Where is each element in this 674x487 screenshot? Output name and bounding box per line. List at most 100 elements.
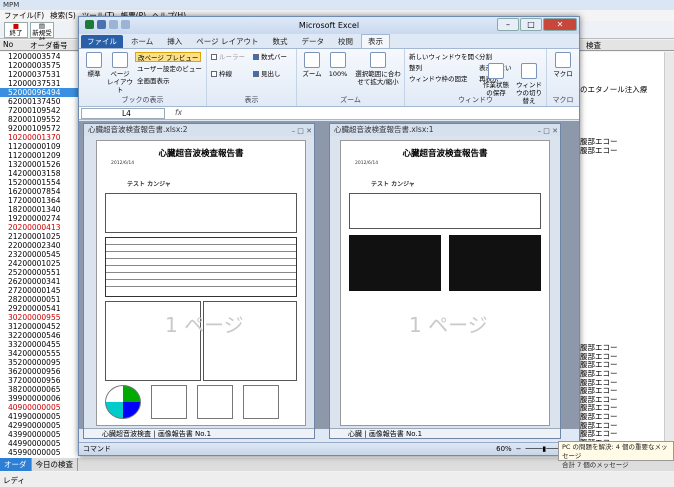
workbook-window-right[interactable]: 心臓超音波検査報告書.xlsx:1– □ ✕ 心臓超音波検査報告書 2012/6…	[329, 123, 561, 439]
workbook-window-left[interactable]: 心臓超音波検査報告書.xlsx:2– □ ✕ 心臓超音波検査報告書 2012/6…	[83, 123, 315, 439]
order-row[interactable]: 13200001526	[0, 160, 80, 169]
order-row[interactable]: 19200000274	[0, 214, 80, 223]
order-row[interactable]: 25200000551	[0, 268, 80, 277]
page-layout-button[interactable]: ページ レイアウト	[107, 52, 133, 94]
col-exam[interactable]: 検査	[586, 40, 601, 51]
order-row[interactable]: 82000109552	[0, 115, 80, 124]
tab-file[interactable]: ファイル	[81, 35, 123, 48]
name-box[interactable]: L4	[81, 108, 165, 119]
tab-page-layout[interactable]: ページ レイアウト	[190, 35, 264, 48]
order-row[interactable]: 16200007854	[0, 187, 80, 196]
order-row[interactable]: 21200001025	[0, 232, 80, 241]
sheet-tab-left-2[interactable]: 画像報告書 No.1	[158, 430, 211, 438]
break-preview-button[interactable]: 改ページ プレビュー	[135, 52, 202, 62]
tab-view[interactable]: 表示	[361, 34, 391, 48]
order-row[interactable]: 43990000005	[0, 430, 80, 439]
order-row[interactable]: 41990000005	[0, 412, 80, 421]
tab-formulas[interactable]: 数式	[267, 35, 294, 48]
tab-insert[interactable]: 挿入	[161, 35, 188, 48]
order-row[interactable]: 42990000005	[0, 421, 80, 430]
order-row[interactable]: 12000003575	[0, 61, 80, 70]
tab-today[interactable]: 今日の検査	[32, 458, 78, 471]
ruler-checkbox[interactable]: ルーラー	[211, 52, 245, 62]
formula-bar-checkbox[interactable]: 数式バー	[253, 52, 287, 62]
order-row[interactable]: 72000109542	[0, 106, 80, 115]
window-controls: – □ ✕	[497, 18, 577, 31]
order-row[interactable]: 35200000095	[0, 358, 80, 367]
bg-order-list[interactable]: 12000003574 12000003575 12000037531 1200003…	[0, 52, 80, 458]
order-row[interactable]: 11200001209	[0, 151, 80, 160]
order-row[interactable]: 22000002340	[0, 241, 80, 250]
tab-home[interactable]: ホーム	[125, 35, 159, 48]
macro-button[interactable]: マクロ	[550, 52, 576, 90]
zoom-100-button[interactable]: 100%	[325, 52, 351, 90]
order-row[interactable]: 12000037531	[0, 70, 80, 79]
order-row[interactable]: 18200001340	[0, 205, 80, 214]
fx-icon[interactable]: fx	[175, 108, 182, 117]
sheet-tab-right-2[interactable]: 画像報告書 No.1	[369, 430, 422, 438]
order-row[interactable]: 62000137450	[0, 97, 80, 106]
order-row[interactable]: 38200000065	[0, 385, 80, 394]
order-row[interactable]: 14200003158	[0, 169, 80, 178]
close-icon[interactable]: ✕	[543, 18, 577, 31]
order-row[interactable]: 29200000541	[0, 304, 80, 313]
order-row[interactable]: 12000003574	[0, 52, 80, 61]
order-row[interactable]: 12000037531	[0, 79, 80, 88]
new-reception-button[interactable]: ▤新規受付	[30, 22, 54, 44]
order-row[interactable]: 28200000051	[0, 295, 80, 304]
order-row[interactable]: 10200001370	[0, 133, 80, 142]
sheet-tab-left-1[interactable]: 心臓超音波検査	[102, 430, 151, 438]
order-row[interactable]: 15200001554	[0, 178, 80, 187]
order-row[interactable]: 39900000006	[0, 394, 80, 403]
menu-file[interactable]: ファイル(F)	[4, 10, 44, 21]
order-row[interactable]: 92000109572	[0, 124, 80, 133]
order-row[interactable]: 34200000555	[0, 349, 80, 358]
undo-icon[interactable]	[109, 20, 118, 29]
order-row[interactable]: 23200000545	[0, 250, 80, 259]
new-window-button[interactable]: 新しいウィンドウを開く	[409, 52, 481, 62]
order-row[interactable]: 24200001025	[0, 259, 80, 268]
order-row[interactable]: 27200000145	[0, 286, 80, 295]
gridlines-checkbox[interactable]: 枠線	[211, 69, 232, 79]
maximize-icon[interactable]: □	[520, 18, 542, 31]
order-row[interactable]: 11200000109	[0, 142, 80, 151]
zoom-out-icon[interactable]: −	[516, 443, 522, 456]
headings-checkbox[interactable]: 見出し	[253, 69, 281, 79]
order-row[interactable]: 44990000005	[0, 439, 80, 448]
sheet-tab-right-1[interactable]: 心臓	[348, 430, 362, 438]
col-order-number[interactable]: オーダ番号	[30, 40, 68, 51]
order-row[interactable]: 17200001364	[0, 196, 80, 205]
freeze-panes-button[interactable]: ウィンドウ枠の固定	[409, 74, 468, 84]
order-row[interactable]: 36200000956	[0, 367, 80, 376]
order-row[interactable]: 20200000413	[0, 223, 80, 232]
order-row[interactable]: 26200000341	[0, 277, 80, 286]
order-row[interactable]: 37200000956	[0, 376, 80, 385]
tab-order[interactable]: オーダ	[0, 458, 32, 471]
order-row[interactable]: 52000096494	[0, 88, 80, 97]
order-row[interactable]: 31200000452	[0, 322, 80, 331]
arrange-button[interactable]: 整列	[409, 63, 422, 73]
save-icon[interactable]	[97, 20, 106, 29]
bg-scrollbar[interactable]	[664, 52, 674, 452]
order-row[interactable]: 45990000005	[0, 448, 80, 457]
zoom-button[interactable]: ズーム	[299, 52, 325, 90]
zoom-selection-button[interactable]: 選択範囲に合わせて拡大/縮小	[353, 52, 403, 90]
fullscreen-button[interactable]: 全画面表示	[137, 76, 170, 86]
order-row[interactable]: 32200000546	[0, 331, 80, 340]
tab-data[interactable]: データ	[296, 35, 331, 48]
exam-cell	[578, 207, 664, 216]
order-row[interactable]: 33200000455	[0, 340, 80, 349]
exit-button[interactable]: ■ 終了	[4, 22, 28, 38]
minimize-icon[interactable]: –	[497, 18, 519, 31]
menu-search[interactable]: 検索(S)	[50, 10, 76, 21]
custom-views-button[interactable]: ユーザー設定のビュー	[137, 64, 202, 74]
tab-review[interactable]: 校閲	[332, 35, 359, 48]
notification-popup[interactable]: PC の問題を解決: 4 個の重要なメッセージ 合計 7 個のメッセージ	[558, 441, 674, 469]
normal-view-button[interactable]: 標準	[81, 52, 107, 90]
order-row[interactable]: 40900000005	[0, 403, 80, 412]
order-row[interactable]: 30200000955	[0, 313, 80, 322]
switch-window-button[interactable]: ウィンドウの切り替え	[513, 63, 545, 105]
save-workspace-button[interactable]: 作業状態の保存	[481, 63, 511, 101]
col-no[interactable]: No	[3, 40, 13, 49]
redo-icon[interactable]	[121, 20, 130, 29]
